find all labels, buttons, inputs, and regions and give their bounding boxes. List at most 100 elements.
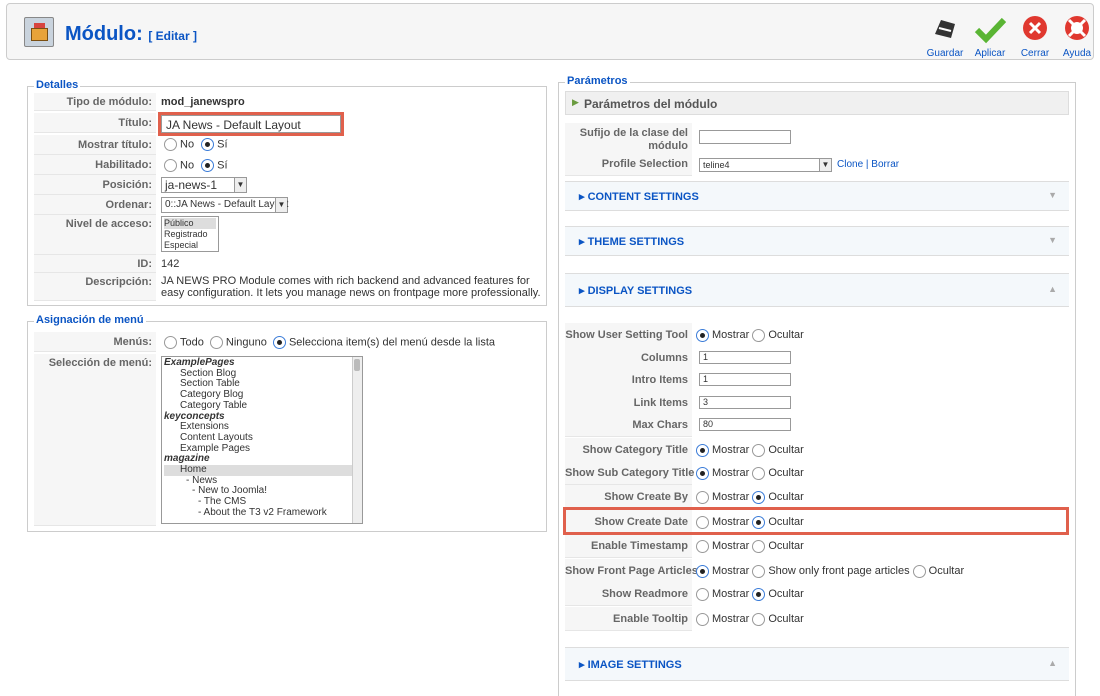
- delete-link[interactable]: Borrar: [871, 159, 899, 170]
- setting-label: Show Sub Category Title: [565, 461, 694, 485]
- setting-label: Show Readmore: [565, 582, 692, 606]
- show-radio[interactable]: [696, 587, 709, 601]
- show-title-radios: No Sí: [164, 138, 228, 151]
- setting-radios: Mostrar Ocultar: [696, 582, 804, 606]
- access-list[interactable]: Público Registrado Especial: [161, 216, 219, 252]
- order-value: 0::JA News - Default Layout: [165, 199, 289, 210]
- lifebuoy-icon: [1065, 16, 1089, 40]
- hide-label: Ocultar: [768, 467, 804, 479]
- menus-select-radio[interactable]: [272, 336, 286, 349]
- hide-radio[interactable]: [912, 564, 926, 578]
- content-settings-bar[interactable]: ▸ CONTENT SETTINGS ▼: [565, 181, 1069, 211]
- content-settings-title: ▸ CONTENT SETTINGS: [579, 191, 699, 203]
- chevron-down-icon: ▼: [275, 198, 287, 212]
- menu-selection-label: Selección de menú:: [34, 354, 156, 526]
- page-subtitle: [ Editar ]: [148, 29, 197, 43]
- toolbar-header: Módulo: [ Editar ] Guardar Aplicar Cerra…: [6, 3, 1094, 60]
- parameters-panel: Parámetros ▶ Parámetros del módulo Sufij…: [558, 75, 1076, 696]
- profile-select[interactable]: teline4 ▼: [699, 158, 832, 172]
- show-radio[interactable]: [696, 564, 709, 578]
- order-select[interactable]: 0::JA News - Default Layout ▼: [161, 197, 288, 213]
- apply-button[interactable]: Aplicar: [965, 12, 1015, 59]
- title-input[interactable]: JA News - Default Layout: [158, 112, 344, 136]
- menu-list-scrollbar[interactable]: [352, 357, 362, 523]
- enabled-no-radio[interactable]: [164, 159, 177, 172]
- position-value: ja-news-1: [165, 178, 218, 192]
- menu-item[interactable]: Category Table: [164, 400, 360, 412]
- module-type-label: Tipo de módulo:: [34, 93, 156, 111]
- module-params-bar[interactable]: ▶ Parámetros del módulo: [565, 91, 1069, 115]
- menu-assignment-panel: Asignación de menú Menús: Todo Ninguno S…: [27, 314, 547, 532]
- show-label: Mostrar: [712, 613, 750, 625]
- show-title-no-label: No: [180, 138, 195, 151]
- title-label: Título:: [34, 113, 156, 133]
- menu-selection-list[interactable]: ExamplePages Section Blog Section Table …: [161, 356, 363, 524]
- menus-none-label: Ninguno: [225, 336, 267, 349]
- show-radio[interactable]: [696, 443, 709, 457]
- setting-label: Show User Setting Tool: [565, 323, 692, 347]
- hide-radio[interactable]: [752, 587, 766, 601]
- show-radio[interactable]: [696, 539, 709, 553]
- show-radio[interactable]: [696, 490, 709, 504]
- details-legend: Detalles: [34, 79, 81, 91]
- hide-radio[interactable]: [752, 539, 766, 553]
- only-front-label: Show only front page articles: [768, 565, 910, 577]
- module-icon: [24, 17, 54, 47]
- hide-label: Ocultar: [928, 565, 965, 577]
- display-settings-bar[interactable]: ▸ DISPLAY SETTINGS ▲: [565, 273, 1069, 307]
- profile-label: Profile Selection: [565, 152, 692, 176]
- access-option[interactable]: Especial: [164, 240, 216, 251]
- access-option[interactable]: Registrado: [164, 229, 216, 240]
- setting-radios: Mostrar Ocultar: [696, 607, 804, 631]
- hide-radio[interactable]: [752, 490, 766, 504]
- clone-link[interactable]: Clone: [837, 159, 863, 170]
- columns-input[interactable]: 1: [699, 351, 791, 364]
- link-items-input[interactable]: 3: [699, 396, 791, 409]
- page-title: Módulo: [ Editar ]: [65, 23, 197, 46]
- display-settings-title: ▸ DISPLAY SETTINGS: [579, 285, 693, 297]
- enabled-yes-label: Sí: [217, 159, 228, 172]
- show-title-yes-radio[interactable]: [201, 138, 215, 151]
- chevron-down-icon: ▼: [1048, 190, 1057, 200]
- hide-radio[interactable]: [752, 466, 766, 480]
- menu-item[interactable]: - New to Joomla!: [164, 486, 360, 497]
- show-radio[interactable]: [696, 328, 709, 342]
- image-settings-title: ▸ IMAGE SETTINGS: [579, 659, 682, 671]
- setting-label: Enable Tooltip: [565, 607, 692, 631]
- show-radio[interactable]: [696, 466, 709, 480]
- max-chars-input[interactable]: 80: [699, 418, 791, 431]
- help-button[interactable]: Ayuda: [1052, 12, 1100, 59]
- setting-label: Intro Items: [565, 368, 692, 392]
- menu-item[interactable]: - About the T3 v2 Framework: [164, 507, 360, 519]
- hide-radio[interactable]: [752, 612, 766, 626]
- menus-none-radio[interactable]: [209, 336, 223, 349]
- image-settings-bar[interactable]: ▸ IMAGE SETTINGS ▲: [565, 647, 1069, 681]
- enabled-yes-radio[interactable]: [201, 159, 215, 172]
- enabled-label: Habilitado:: [34, 155, 156, 175]
- only-front-radio[interactable]: [752, 564, 766, 578]
- save-button[interactable]: Guardar: [920, 12, 970, 59]
- intro-items-input[interactable]: 1: [699, 373, 791, 386]
- hide-radio[interactable]: [752, 443, 766, 457]
- suffix-input[interactable]: [699, 130, 791, 144]
- show-title-no-radio[interactable]: [164, 138, 177, 151]
- hide-radio[interactable]: [752, 328, 766, 342]
- access-label: Nivel de acceso:: [34, 215, 156, 255]
- menu-legend: Asignación de menú: [34, 314, 146, 326]
- parameters-legend: Parámetros: [565, 75, 630, 87]
- hide-label: Ocultar: [768, 444, 804, 456]
- theme-settings-bar[interactable]: ▸ THEME SETTINGS ▼: [565, 226, 1069, 256]
- apply-label: Aplicar: [974, 48, 1006, 59]
- chevron-up-icon: ▲: [1048, 284, 1057, 294]
- display-settings-label: DISPLAY SETTINGS: [587, 285, 693, 297]
- access-option[interactable]: Público: [164, 218, 216, 229]
- position-select[interactable]: ja-news-1 ▼: [161, 177, 247, 193]
- show-radio[interactable]: [696, 612, 709, 626]
- setting-radios: Mostrar Ocultar: [696, 534, 804, 558]
- show-label: Mostrar: [712, 467, 750, 479]
- scrollbar-thumb[interactable]: [354, 359, 360, 371]
- menus-all-radio[interactable]: [164, 336, 177, 349]
- menus-label: Menús:: [34, 332, 156, 352]
- hide-label: Ocultar: [768, 540, 804, 552]
- profile-value: teline4: [703, 160, 730, 170]
